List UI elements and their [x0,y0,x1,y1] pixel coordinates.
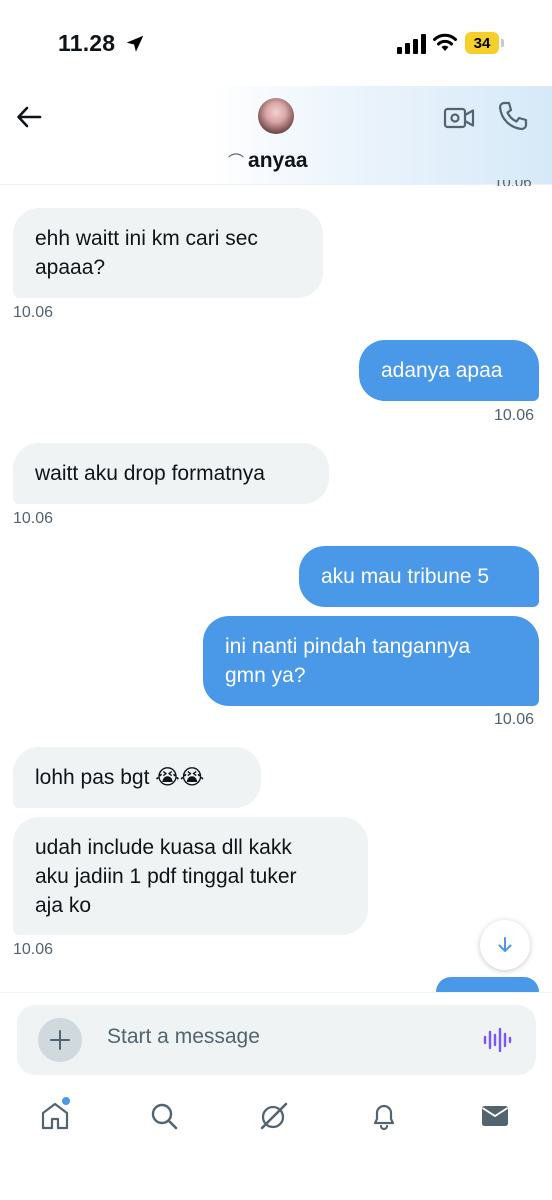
voice-message-icon[interactable] [482,1025,512,1055]
message-text: adanya apaa [381,359,503,382]
contact-name-text: anyaa [248,149,308,172]
contact-avatar[interactable] [258,98,294,134]
message-timestamp: 10.06 [13,510,54,527]
message-bubble-sent[interactable]: ini nanti pindah tangannya gmn ya? [203,616,539,706]
grok-icon [260,1102,288,1130]
arrow-down-icon [498,937,512,952]
messages-icon [482,1106,508,1126]
message-bubble-sent-partial[interactable] [436,977,539,992]
message-timestamp: 10.06 [13,304,54,321]
battery-level: 34 [465,32,499,54]
wifi-icon [433,33,457,51]
message-text: aku mau tribune 5 [321,565,490,588]
add-media-button[interactable] [38,1018,82,1062]
back-button[interactable] [12,100,46,134]
nav-notifications[interactable] [356,1086,412,1146]
name-decoration: ⌒ [228,154,245,171]
message-text: lohh pas bgt 😭😭 [35,766,205,789]
conversation-header: ⌒ anyaa [0,86,552,185]
home-indicator-area [0,1152,552,1200]
location-arrow-icon [126,35,144,52]
message-bubble-received[interactable]: udah include kuasa dll kakk aku jadiin 1… [13,817,368,935]
video-call-icon[interactable] [443,102,475,134]
nav-messages[interactable] [467,1086,523,1146]
message-text: udah include kuasa dll kakk aku jadiin 1… [35,836,297,917]
status-time: 11.28 [58,30,116,56]
phone-call-icon[interactable] [497,100,529,132]
message-timestamp: 10.06 [494,711,535,728]
bottom-navigation [0,1086,552,1152]
message-bubble-received[interactable]: waitt aku drop formatnya [13,443,329,504]
message-composer [17,1005,536,1075]
message-bubble-received[interactable]: lohh pas bgt 😭😭 [13,747,261,808]
contact-name[interactable]: ⌒ anyaa [228,148,308,173]
plus-icon [50,1030,70,1050]
message-timestamp: 10.06 [13,941,54,958]
nav-home[interactable] [27,1086,83,1146]
message-text: ini nanti pindah tangannya gmn ya? [225,635,471,687]
nav-grok[interactable] [246,1086,302,1146]
cellular-signal-icon [397,34,426,54]
search-icon [151,1103,178,1130]
message-bubble-received[interactable]: ehh waitt ini km cari sec apaaa? [13,208,323,298]
message-text: waitt aku drop formatnya [35,462,265,485]
message-text: ehh waitt ini km cari sec apaaa? [35,227,258,279]
notification-dot [62,1097,70,1105]
message-bubble-sent[interactable]: adanya apaa [359,340,539,401]
scroll-to-bottom-button[interactable] [480,920,530,970]
battery-indicator: 34 [465,32,505,54]
battery-cap [501,39,504,47]
message-input[interactable] [107,1025,447,1049]
timestamp-partial: 10.06 [494,180,532,186]
notifications-icon [373,1104,395,1131]
message-bubble-sent[interactable]: aku mau tribune 5 [299,546,539,607]
nav-search[interactable] [136,1086,192,1146]
composer-area [0,992,552,1079]
message-timestamp: 10.06 [494,407,535,424]
arrow-left-icon [17,106,42,128]
status-bar: 11.28 34 [0,0,552,90]
